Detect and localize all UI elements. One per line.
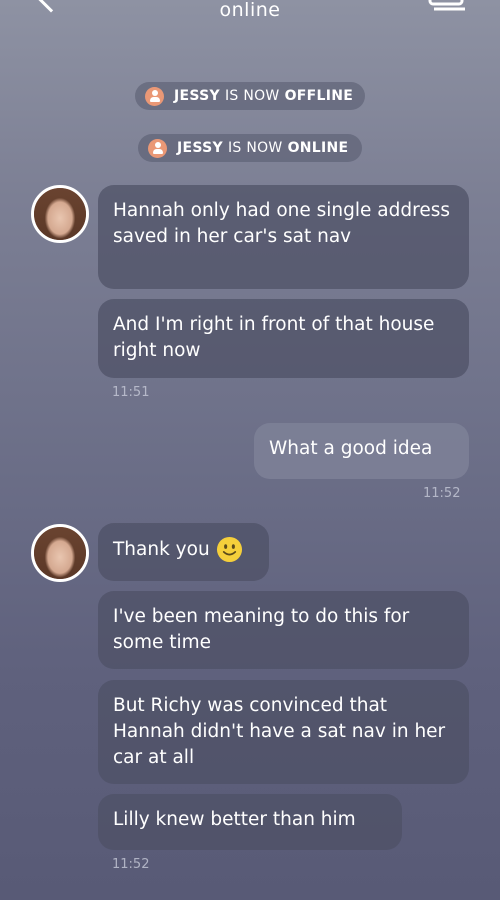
status-notice-online: JESSY IS NOW ONLINE <box>138 134 362 162</box>
message-text: I've been meaning to do this for some ti… <box>113 606 410 653</box>
message-text: But Richy was convinced that Hannah didn… <box>113 695 446 768</box>
notice-text: IS NOW <box>227 140 283 156</box>
message-bubble-incoming: And I'm right in front of that house rig… <box>98 299 469 378</box>
message-timestamp: 11:52 <box>112 857 150 872</box>
message-timestamp: 11:52 <box>423 486 461 501</box>
notice-state: ONLINE <box>287 140 349 156</box>
message-bubble-incoming: Hannah only had one single address saved… <box>98 185 469 289</box>
contact-status: online <box>219 0 281 21</box>
notice-contact-name: JESSY <box>177 140 223 156</box>
message-text: Lilly knew better than him <box>113 809 356 830</box>
message-bubble-incoming: Thank you <box>98 523 269 581</box>
gallery-icon[interactable] <box>428 0 466 12</box>
message-bubble-outgoing: What a good idea <box>254 423 469 479</box>
message-bubble-incoming: But Richy was convinced that Hannah didn… <box>98 680 469 784</box>
message-timestamp: 11:51 <box>112 385 150 400</box>
user-badge-icon <box>148 138 167 158</box>
message-text: Hannah only had one single address saved… <box>113 200 450 247</box>
message-text: Thank you <box>113 539 210 560</box>
contact-avatar[interactable] <box>31 185 89 243</box>
status-notice-offline: JESSY IS NOW OFFLINE <box>135 82 365 110</box>
message-text: What a good idea <box>269 438 433 459</box>
user-badge-icon <box>145 86 164 106</box>
notice-contact-name: JESSY <box>174 88 220 104</box>
smiling-face-emoji-icon <box>216 536 242 563</box>
chat-header: online <box>0 0 500 40</box>
notice-text: IS NOW <box>224 88 280 104</box>
message-bubble-incoming: Lilly knew better than him <box>98 794 402 850</box>
notice-state: OFFLINE <box>284 88 354 104</box>
message-bubble-incoming: I've been meaning to do this for some ti… <box>98 591 469 669</box>
message-text: And I'm right in front of that house rig… <box>113 314 435 361</box>
contact-avatar[interactable] <box>31 524 89 582</box>
